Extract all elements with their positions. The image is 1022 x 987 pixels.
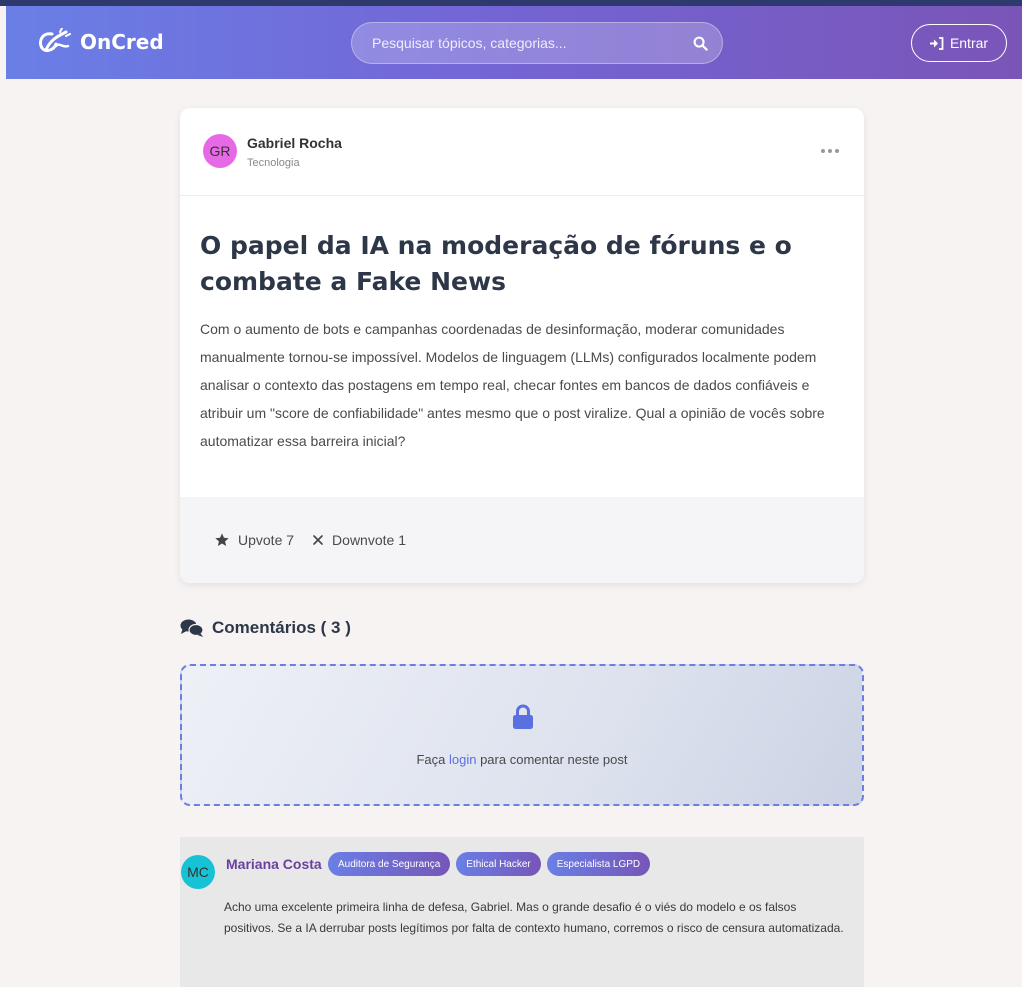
author-badges: Auditora de Segurança Ethical Hacker Esp… [328,852,651,876]
login-to-comment-box: Faça login para comentar neste post [180,664,864,806]
comment-text: Acho uma excelente primeira linha de def… [224,900,844,935]
post-body: Com o aumento de bots e campanhas coorde… [200,321,825,449]
login-prompt-after: para comentar neste post [476,752,628,767]
post-actions: Upvote 7 Downvote 1 [180,497,864,583]
post-card: GR Gabriel Rocha Tecnologia O papel da I… [180,108,864,583]
author-name[interactable]: Gabriel Rocha [247,135,342,151]
more-options-icon[interactable] [818,141,842,161]
sign-in-icon [929,36,944,50]
post-title: O papel da IA na moderação de fóruns e o… [200,231,792,296]
lock-icon [513,704,533,729]
avatar[interactable]: MC [181,855,215,889]
login-button[interactable]: Entrar [911,24,1007,62]
search-icon[interactable] [678,23,722,63]
navbar: OnCred Entrar [6,6,1022,79]
login-prompt: Faça login para comentar neste post [182,752,862,767]
login-prompt-before: Faça [416,752,449,767]
search-bar [351,22,723,64]
badge: Ethical Hacker [456,852,541,876]
comment-author-name[interactable]: Mariana Costa [226,856,322,872]
close-icon [313,535,323,545]
search-input[interactable] [352,23,678,63]
comments-heading: Comentários ( 3 ) [180,618,351,638]
login-link[interactable]: login [449,752,476,767]
downvote-button[interactable]: Downvote 1 [312,532,406,548]
badge: Auditora de Segurança [328,852,451,876]
upvote-label: Upvote 7 [238,532,295,548]
comments-icon [180,619,204,637]
star-icon [215,533,229,546]
badge: Especialista LGPD [546,852,651,876]
login-button-label: Entrar [949,35,989,51]
post-header: GR Gabriel Rocha Tecnologia [180,108,864,196]
comments-title: Comentários ( 3 ) [212,618,351,637]
comment-item: MC Mariana Costa Auditora de Segurança E… [180,837,864,987]
avatar[interactable]: GR [203,134,237,168]
brand-logo-icon [38,28,71,53]
brand-name: OnCred [80,30,164,54]
post-category[interactable]: Tecnologia [247,157,300,169]
brand[interactable]: OnCred [36,28,164,56]
upvote-button[interactable]: Upvote 7 [214,532,294,548]
downvote-label: Downvote 1 [332,532,406,548]
